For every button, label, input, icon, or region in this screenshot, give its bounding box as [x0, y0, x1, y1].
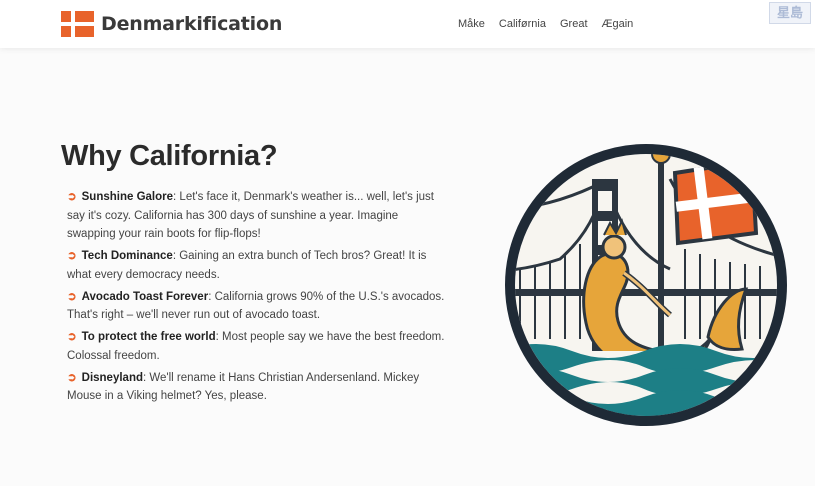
watermark-logo: 星島: [769, 2, 811, 24]
brand-name: Denmarkification: [101, 13, 283, 35]
brand-link[interactable]: Denmarkification: [61, 11, 282, 37]
reason-title: Sunshine Galore: [81, 191, 174, 203]
list-item: ➲ Disneyland: We'll rename it Hans Christ…: [67, 369, 447, 406]
nav-link-california[interactable]: Califørnia: [499, 18, 546, 30]
reasons-list: ➲ Sunshine Galore: Let's face it, Denmark…: [67, 188, 447, 409]
navbar: Denmarkification Måke Califørnia Great Æ…: [0, 0, 815, 48]
reason-title: Disneyland: [81, 371, 143, 384]
arrow-bullet-icon: ➲: [67, 331, 77, 343]
danish-flag-icon: [61, 11, 94, 37]
nav-link-great[interactable]: Great: [560, 18, 588, 30]
page-title: Why California?: [61, 140, 278, 172]
arrow-bullet-icon: ➲: [67, 371, 77, 384]
list-item: ➲ Sunshine Galore: Let's face it, Denmark…: [67, 188, 447, 244]
reason-title: Avocado Toast Forever: [81, 290, 209, 303]
nav-link-make[interactable]: Måke: [458, 18, 485, 30]
list-item: ➲ Avocado Toast Forever: California grows…: [67, 288, 447, 325]
arrow-bullet-icon: ➲: [67, 290, 77, 303]
list-item: ➲ To protect the free world: Most people …: [67, 328, 447, 365]
mermaid-golden-gate-bridge-emblem: [505, 144, 787, 426]
flagpole-icon: [658, 161, 664, 351]
arrow-bullet-icon: ➲: [67, 191, 77, 203]
main-nav: Måke Califørnia Great Ægain: [458, 18, 647, 30]
nav-link-again[interactable]: Ægain: [602, 18, 634, 30]
reason-title: To protect the free world: [81, 331, 216, 343]
reason-title: Tech Dominance: [81, 250, 173, 262]
list-item: ➲ Tech Dominance: Gaining an extra bunch …: [67, 247, 447, 284]
arrow-bullet-icon: ➲: [67, 250, 77, 262]
